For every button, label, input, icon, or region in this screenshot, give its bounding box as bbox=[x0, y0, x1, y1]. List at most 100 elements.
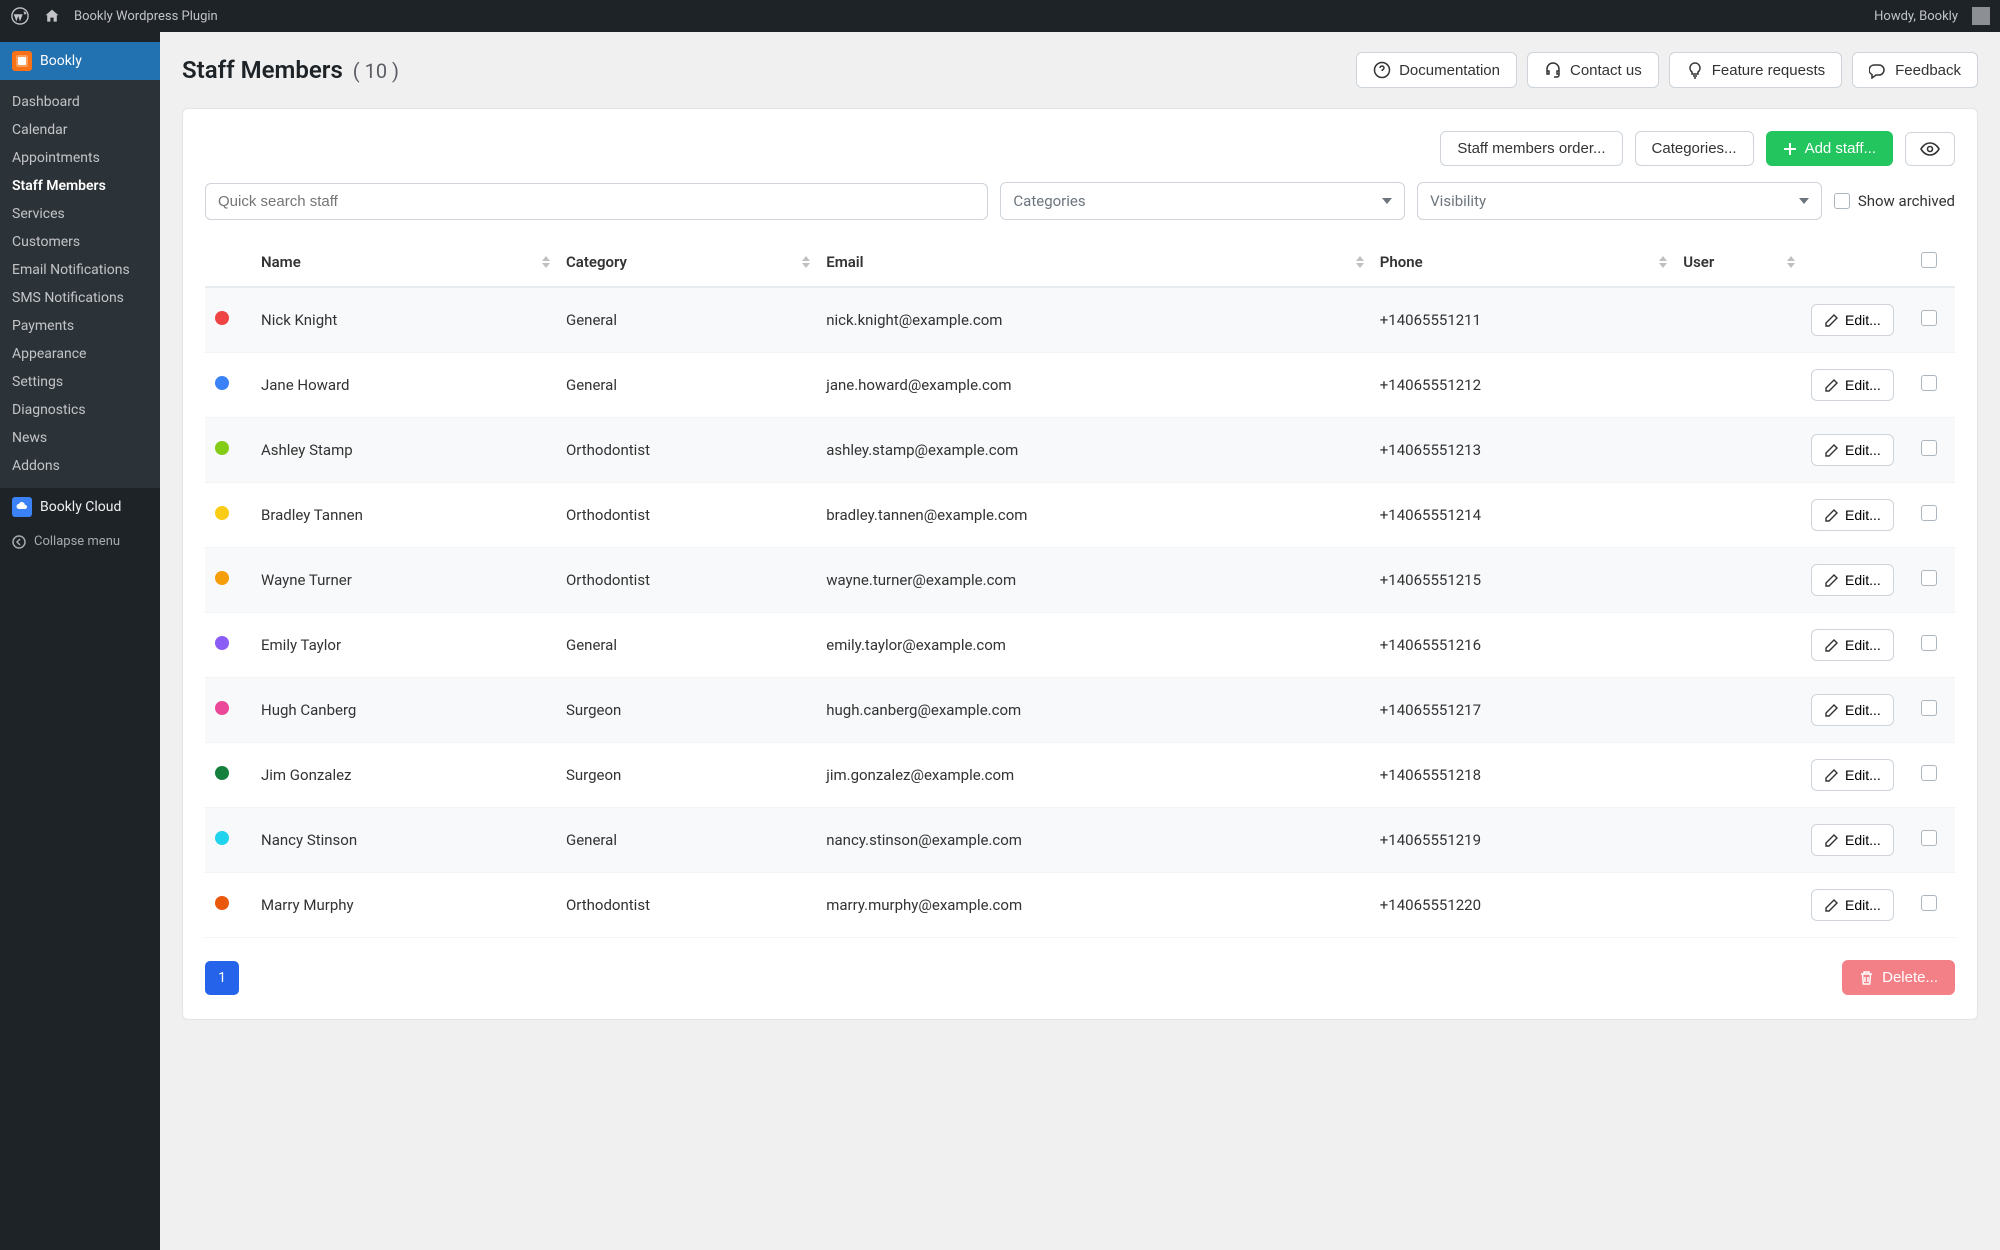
sidebar-item-bookly[interactable]: Bookly bbox=[0, 42, 160, 80]
sidebar-submenu-item[interactable]: News bbox=[0, 424, 160, 452]
cloud-icon bbox=[12, 497, 32, 517]
contact-us-button[interactable]: Contact us bbox=[1527, 52, 1659, 88]
wordpress-logo-icon[interactable] bbox=[10, 6, 30, 26]
documentation-button[interactable]: Documentation bbox=[1356, 52, 1517, 88]
visibility-select[interactable]: Visibility bbox=[1417, 182, 1822, 220]
edit-button[interactable]: Edit... bbox=[1811, 889, 1894, 921]
categories-button[interactable]: Categories... bbox=[1635, 131, 1754, 166]
sidebar-submenu-item[interactable]: Email Notifications bbox=[0, 256, 160, 284]
cell-user bbox=[1673, 287, 1801, 353]
table-row: Hugh Canberg Surgeon hugh.canberg@exampl… bbox=[205, 678, 1955, 743]
cell-category: General bbox=[556, 808, 816, 873]
search-input[interactable] bbox=[205, 183, 988, 220]
table-row: Bradley Tannen Orthodontist bradley.tann… bbox=[205, 483, 1955, 548]
cell-email: emily.taylor@example.com bbox=[816, 613, 1370, 678]
sidebar-submenu-item[interactable]: Appearance bbox=[0, 340, 160, 368]
edit-button[interactable]: Edit... bbox=[1811, 694, 1894, 726]
edit-icon bbox=[1824, 768, 1839, 783]
staff-table: Name Category Email Phone User Nick Knig… bbox=[205, 238, 1955, 938]
cell-email: nancy.stinson@example.com bbox=[816, 808, 1370, 873]
cell-phone: +14065551214 bbox=[1370, 483, 1673, 548]
cell-category: General bbox=[556, 287, 816, 353]
col-select-all[interactable] bbox=[1911, 238, 1955, 287]
edit-button[interactable]: Edit... bbox=[1811, 824, 1894, 856]
sidebar-submenu-item[interactable]: Services bbox=[0, 200, 160, 228]
edit-button[interactable]: Edit... bbox=[1811, 434, 1894, 466]
color-dot bbox=[215, 311, 229, 325]
color-dot bbox=[215, 571, 229, 585]
edit-button[interactable]: Edit... bbox=[1811, 759, 1894, 791]
row-checkbox[interactable] bbox=[1921, 895, 1937, 911]
color-dot bbox=[215, 506, 229, 520]
row-checkbox[interactable] bbox=[1921, 440, 1937, 456]
home-icon[interactable] bbox=[44, 8, 60, 24]
sidebar-submenu-item[interactable]: Customers bbox=[0, 228, 160, 256]
edit-button[interactable]: Edit... bbox=[1811, 369, 1894, 401]
chevron-down-icon bbox=[1382, 198, 1392, 204]
categories-select[interactable]: Categories bbox=[1000, 182, 1405, 220]
cell-name: Nick Knight bbox=[251, 287, 556, 353]
eye-icon bbox=[1920, 141, 1940, 157]
add-staff-button[interactable]: Add staff... bbox=[1766, 131, 1893, 166]
col-email[interactable]: Email bbox=[816, 238, 1370, 287]
button-label: Feature requests bbox=[1712, 62, 1825, 79]
sidebar-item-bookly-cloud[interactable]: Bookly Cloud bbox=[0, 488, 160, 526]
feature-requests-button[interactable]: Feature requests bbox=[1669, 52, 1842, 88]
sidebar-submenu-item[interactable]: Settings bbox=[0, 368, 160, 396]
row-checkbox[interactable] bbox=[1921, 830, 1937, 846]
button-label: Edit... bbox=[1845, 572, 1881, 588]
cell-email: wayne.turner@example.com bbox=[816, 548, 1370, 613]
howdy-link[interactable]: Howdy, Bookly bbox=[1874, 9, 1958, 24]
button-label: Categories... bbox=[1652, 140, 1737, 157]
headset-icon bbox=[1544, 61, 1562, 79]
collapse-label: Collapse menu bbox=[34, 534, 120, 549]
sidebar-submenu-item[interactable]: Payments bbox=[0, 312, 160, 340]
page-title: Staff Members ( 10 ) bbox=[182, 56, 399, 84]
row-checkbox[interactable] bbox=[1921, 570, 1937, 586]
row-checkbox[interactable] bbox=[1921, 765, 1937, 781]
sidebar-item-label: Bookly bbox=[40, 53, 82, 69]
show-archived-checkbox[interactable]: Show archived bbox=[1834, 192, 1955, 210]
edit-button[interactable]: Edit... bbox=[1811, 564, 1894, 596]
delete-button[interactable]: Delete... bbox=[1842, 960, 1955, 995]
sort-icon bbox=[542, 256, 550, 268]
sidebar-submenu-item[interactable]: Dashboard bbox=[0, 88, 160, 116]
col-category[interactable]: Category bbox=[556, 238, 816, 287]
sort-icon bbox=[1787, 256, 1795, 268]
sidebar-submenu-item[interactable]: Calendar bbox=[0, 116, 160, 144]
page-title-text: Staff Members bbox=[182, 56, 343, 84]
staff-order-button[interactable]: Staff members order... bbox=[1440, 131, 1622, 166]
feedback-button[interactable]: Feedback bbox=[1852, 52, 1978, 88]
color-dot bbox=[215, 441, 229, 455]
collapse-menu[interactable]: Collapse menu bbox=[0, 526, 160, 557]
row-checkbox[interactable] bbox=[1921, 700, 1937, 716]
table-row: Nick Knight General nick.knight@example.… bbox=[205, 287, 1955, 353]
button-label: Edit... bbox=[1845, 767, 1881, 783]
edit-button[interactable]: Edit... bbox=[1811, 499, 1894, 531]
cell-name: Emily Taylor bbox=[251, 613, 556, 678]
edit-button[interactable]: Edit... bbox=[1811, 629, 1894, 661]
sidebar-submenu-item[interactable]: Addons bbox=[0, 452, 160, 480]
button-label: Staff members order... bbox=[1457, 140, 1605, 157]
cell-phone: +14065551216 bbox=[1370, 613, 1673, 678]
col-phone[interactable]: Phone bbox=[1370, 238, 1673, 287]
visibility-toggle-button[interactable] bbox=[1905, 132, 1955, 166]
table-row: Marry Murphy Orthodontist marry.murphy@e… bbox=[205, 873, 1955, 938]
row-checkbox[interactable] bbox=[1921, 505, 1937, 521]
col-user[interactable]: User bbox=[1673, 238, 1801, 287]
button-label: Edit... bbox=[1845, 897, 1881, 913]
sidebar-submenu-item[interactable]: Appointments bbox=[0, 144, 160, 172]
cell-name: Bradley Tannen bbox=[251, 483, 556, 548]
sidebar-submenu-item[interactable]: SMS Notifications bbox=[0, 284, 160, 312]
edit-button[interactable]: Edit... bbox=[1811, 304, 1894, 336]
sidebar-submenu-item[interactable]: Staff Members bbox=[0, 172, 160, 200]
sidebar-submenu-item[interactable]: Diagnostics bbox=[0, 396, 160, 424]
page-button[interactable]: 1 bbox=[205, 961, 239, 995]
cell-phone: +14065551218 bbox=[1370, 743, 1673, 808]
col-name[interactable]: Name bbox=[251, 238, 556, 287]
row-checkbox[interactable] bbox=[1921, 375, 1937, 391]
row-checkbox[interactable] bbox=[1921, 310, 1937, 326]
row-checkbox[interactable] bbox=[1921, 635, 1937, 651]
site-title[interactable]: Bookly Wordpress Plugin bbox=[74, 9, 218, 24]
avatar[interactable] bbox=[1972, 7, 1990, 25]
